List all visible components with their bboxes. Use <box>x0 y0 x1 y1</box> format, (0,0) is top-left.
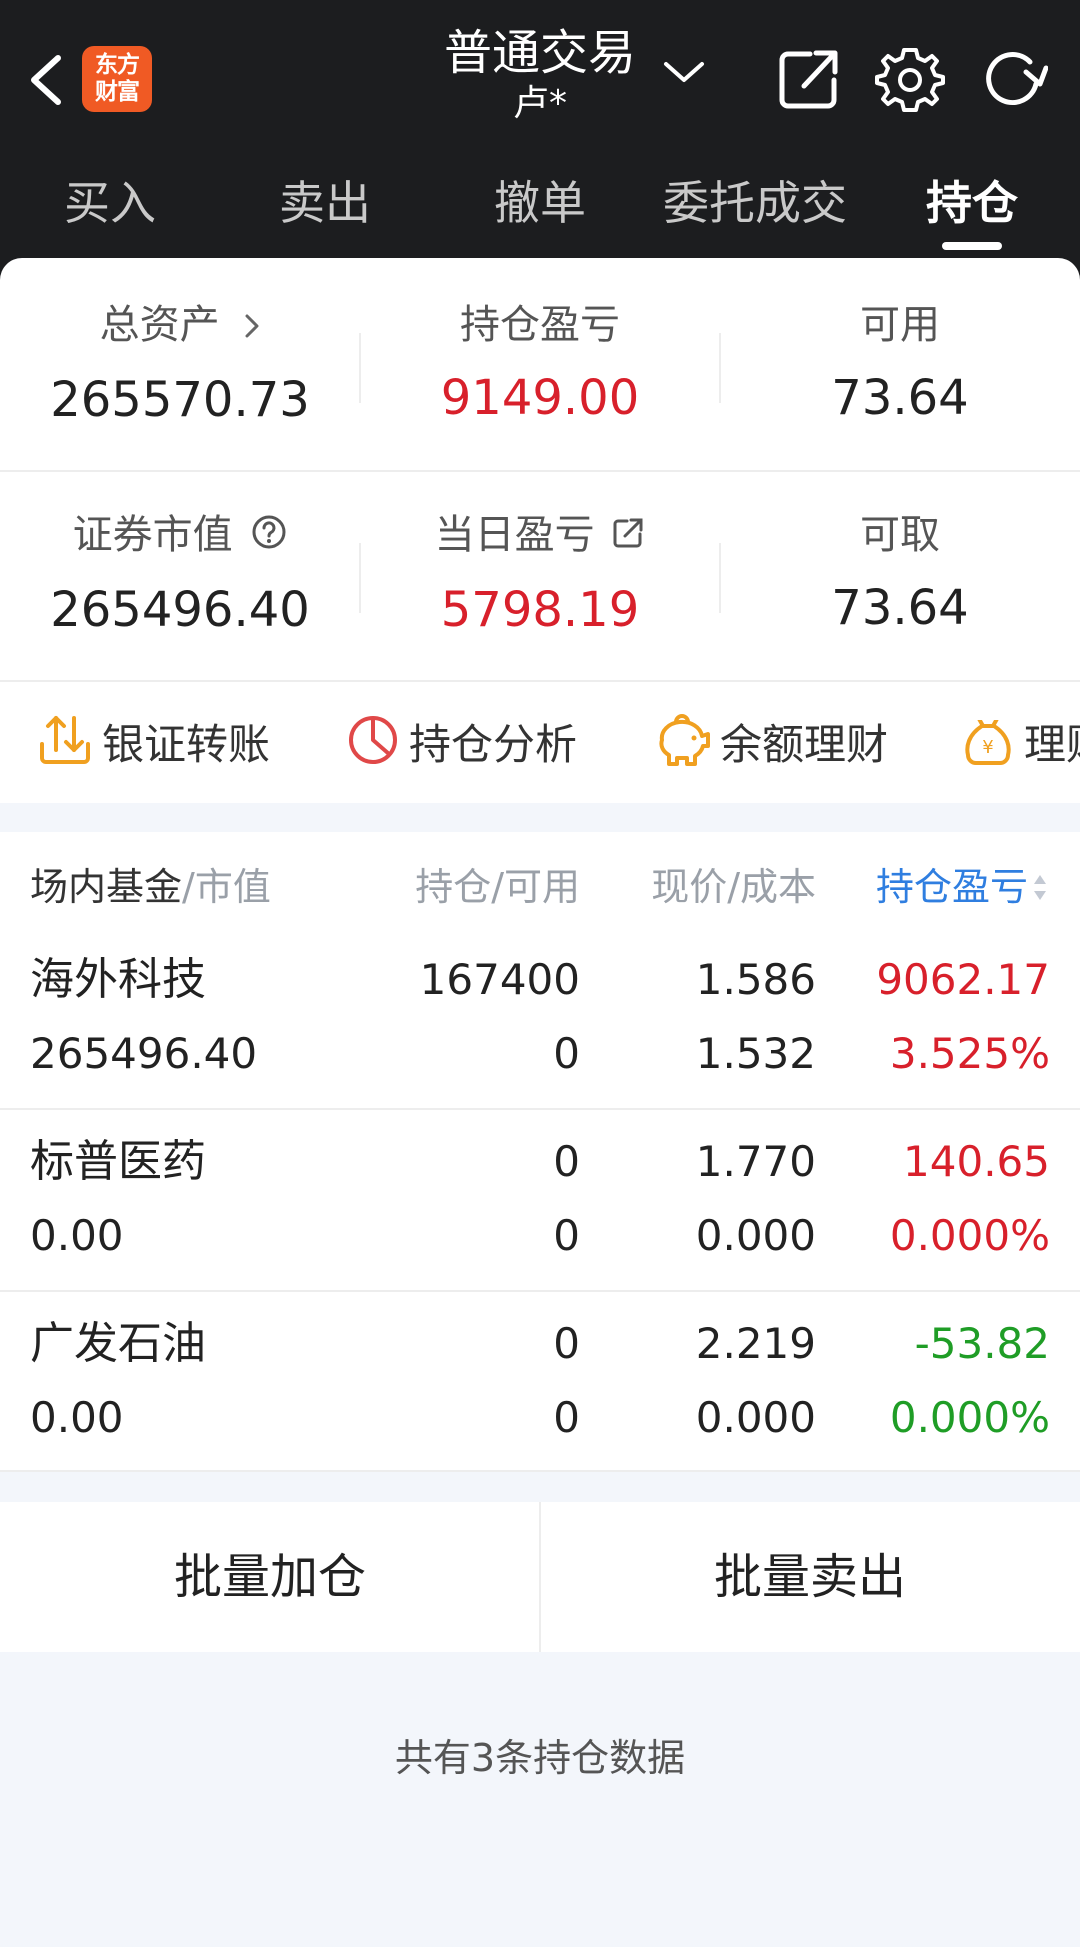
pie-chart-icon <box>347 714 409 777</box>
chevron-down-icon[interactable] <box>662 58 706 86</box>
available-qty: 0 <box>553 1029 580 1078</box>
batch-add-button[interactable]: 批量加仓 <box>0 1502 540 1652</box>
position-pnl: 持仓盈亏 9149.00 <box>360 300 720 428</box>
tab-sell[interactable]: 卖出 <box>235 168 415 258</box>
trade-tabs: 买入 卖出 撤单 委托成交 持仓 <box>0 168 1080 258</box>
fund-name: 海外科技 <box>30 954 206 1005</box>
quick-action-wealth[interactable]: ¥ 理财 <box>962 720 1080 770</box>
back-arrow-icon[interactable] <box>22 50 72 110</box>
tab-orders-deals[interactable]: 委托成交 <box>645 168 865 258</box>
market-value-label-text: 证券市值 <box>72 512 233 558</box>
tab-cancel-order[interactable]: 撤单 <box>450 168 630 258</box>
total-assets-value: 265570.73 <box>50 372 310 428</box>
logo-text-line1: 东方 <box>95 52 140 78</box>
withdrawable-value: 73.64 <box>831 580 969 636</box>
fund-market-value: 0.00 <box>30 1211 124 1260</box>
fund-name: 广发石油 <box>30 1318 206 1369</box>
account-name: 卢* <box>512 83 567 124</box>
withdrawable-funds: 可取 73.64 <box>720 510 1080 638</box>
holdings-table: 场内基金/市值 持仓/可用 现价/成本 持仓盈亏 海外科技 265496.40 … <box>0 832 1080 1472</box>
total-assets-label-text: 总资产 <box>99 302 220 348</box>
column-header-position-pnl-text: 持仓盈亏 <box>876 865 1028 909</box>
batch-sell-button[interactable]: 批量卖出 <box>540 1502 1080 1652</box>
fund-name: 标普医药 <box>30 1136 206 1187</box>
available-qty: 0 <box>553 1393 580 1442</box>
pnl-percent: 3.525% <box>889 1029 1050 1078</box>
withdrawable-label: 可取 <box>860 512 940 558</box>
pnl-amount: -53.82 <box>914 1319 1050 1368</box>
svg-text:¥: ¥ <box>982 737 993 758</box>
column-header-fund-name: 场内基金 <box>30 865 183 909</box>
column-header-fund: 场内基金/市值 <box>30 862 271 912</box>
account-selector[interactable]: 普通交易 卢* <box>420 22 660 124</box>
column-header-position-pnl[interactable]: 持仓盈亏 <box>876 862 1028 912</box>
transfer-icon <box>38 714 102 777</box>
batch-action-bar: 批量加仓 批量卖出 <box>0 1502 1080 1652</box>
divider <box>0 1470 1080 1472</box>
market-value-label: 证券市值 <box>0 510 360 562</box>
column-header-price-cost: 现价/成本 <box>651 865 816 909</box>
logo-text-line2: 财富 <box>95 79 140 105</box>
external-link-icon <box>611 512 645 562</box>
available-label: 可用 <box>860 302 940 348</box>
chevron-right-icon <box>244 302 260 352</box>
divider <box>0 470 1080 472</box>
pnl-percent: 0.000% <box>889 1211 1050 1260</box>
cost-price: 0.000 <box>695 1393 816 1442</box>
piggy-bank-icon <box>654 713 720 777</box>
position-qty: 0 <box>553 1137 580 1186</box>
quick-action-label: 持仓分析 <box>409 720 578 769</box>
cost-price: 0.000 <box>695 1211 816 1260</box>
total-assets[interactable]: 总资产 265570.73 <box>0 300 360 430</box>
page-title: 普通交易 <box>443 25 636 81</box>
available-funds: 可用 73.64 <box>720 300 1080 428</box>
app-logo: 东方 财富 <box>82 46 152 112</box>
sort-arrows-icon[interactable] <box>1032 872 1048 904</box>
current-price: 2.219 <box>695 1319 816 1368</box>
market-value: 证券市值 265496.40 <box>0 510 360 640</box>
divider <box>0 1290 1080 1292</box>
position-pnl-value: 9149.00 <box>440 370 640 426</box>
pnl-amount: 9062.17 <box>876 955 1050 1004</box>
pnl-amount: 140.65 <box>903 1137 1050 1186</box>
active-tab-indicator <box>942 242 1002 250</box>
tab-buy[interactable]: 买入 <box>20 168 200 258</box>
daily-pnl-label: 当日盈亏 <box>360 510 720 562</box>
market-value-value: 265496.40 <box>50 582 310 638</box>
divider <box>0 1108 1080 1110</box>
quick-action-label: 余额理财 <box>720 720 889 769</box>
quick-action-label: 理财 <box>1024 720 1080 769</box>
holdings-count-note: 共有3条持仓数据 <box>394 1736 686 1780</box>
gear-icon[interactable] <box>875 44 945 114</box>
refresh-icon[interactable] <box>978 44 1049 114</box>
divider <box>0 680 1080 682</box>
quick-action-label: 银证转账 <box>102 720 271 769</box>
available-qty: 0 <box>553 1211 580 1260</box>
pnl-percent: 0.000% <box>889 1393 1050 1442</box>
position-qty: 0 <box>553 1319 580 1368</box>
quick-action-balance-wealth[interactable]: 余额理财 <box>654 713 889 770</box>
column-header-position-available: 持仓/可用 <box>415 865 580 909</box>
daily-pnl-label-text: 当日盈亏 <box>434 512 595 558</box>
daily-pnl[interactable]: 当日盈亏 5798.19 <box>360 510 720 640</box>
money-bag-icon: ¥ <box>962 720 1024 770</box>
cost-price: 1.532 <box>695 1029 816 1078</box>
column-header-market-value: /市值 <box>182 865 271 909</box>
top-header: 东方 财富 普通交易 卢* 买入 卖出 撤单 委托成交 持仓 <box>0 0 1080 290</box>
quick-action-bank-transfer[interactable]: 银证转账 <box>38 715 271 770</box>
quick-action-position-analysis[interactable]: 持仓分析 <box>347 715 578 770</box>
position-qty: 167400 <box>419 955 580 1004</box>
position-pnl-label: 持仓盈亏 <box>460 302 620 348</box>
fund-market-value: 0.00 <box>30 1393 124 1442</box>
current-price: 1.770 <box>695 1137 816 1186</box>
total-assets-label: 总资产 <box>0 300 360 352</box>
available-value: 73.64 <box>831 370 969 426</box>
fund-market-value: 265496.40 <box>30 1029 258 1078</box>
help-question-icon[interactable] <box>251 512 287 562</box>
share-external-icon[interactable] <box>774 44 844 114</box>
daily-pnl-value: 5798.19 <box>440 582 640 638</box>
current-price: 1.586 <box>695 955 816 1004</box>
